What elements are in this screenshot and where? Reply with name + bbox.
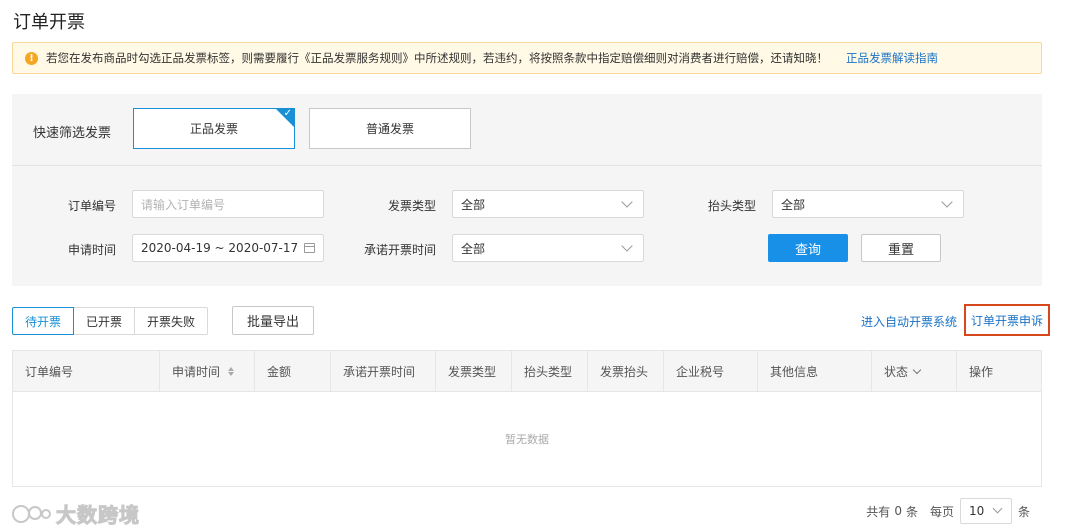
apply-time-range-picker[interactable]: 2020-04-19 ~ 2020-07-17 <box>132 234 324 262</box>
title-type-label: 抬头类型 <box>707 199 756 213</box>
total-count: 0 <box>894 504 902 518</box>
calendar-icon <box>304 243 315 253</box>
quick-filter-normal-label: 普通发票 <box>365 122 414 136</box>
notice-guide-link[interactable]: 正品发票解读指南 <box>846 50 938 66</box>
per-page-label: 每页 <box>929 504 954 519</box>
chevron-down-icon <box>941 195 953 208</box>
warning-icon: ! <box>25 51 38 65</box>
invoice-type-value: 全部 <box>461 197 486 212</box>
order-no-label: 订单编号 <box>67 199 116 213</box>
quick-filter-genuine-label: 正品发票 <box>189 122 238 136</box>
per-page-suffix: 条 <box>1017 504 1030 519</box>
notice-text: 若您在发布商品时勾选正品发票标签，则需要履行《正品发票服务规则》中所述规则，若违… <box>46 51 828 65</box>
column-header: 金额 <box>255 351 331 392</box>
watermark-logo-icon <box>12 504 51 523</box>
total-prefix: 共有 <box>866 504 891 519</box>
notice-banner: ! 若您在发布商品时勾选正品发票标签，则需要履行《正品发票服务规则》中所述规则，… <box>12 42 1042 74</box>
column-header: 订单编号 <box>13 351 160 392</box>
invoice-type-label: 发票类型 <box>387 199 436 213</box>
apply-time-value: 2020-04-19 ~ 2020-07-17 <box>141 241 299 255</box>
watermark-text: 大数跨境 <box>56 503 140 528</box>
watermark: 大数跨境 <box>10 499 140 528</box>
page-title: 订单开票 <box>13 12 85 33</box>
reset-button[interactable]: 重置 <box>861 234 941 262</box>
tab-invoiced[interactable]: 已开票 <box>73 307 135 335</box>
panel-divider <box>12 165 1042 166</box>
status-tabs: 待开票 已开票 开票失败 <box>12 307 208 335</box>
invoice-appeal-button[interactable]: 订单开票申诉 <box>964 304 1050 336</box>
pagination: 共有 0 条 每页 10 条 <box>866 497 1030 525</box>
chevron-down-icon <box>992 503 1003 514</box>
empty-state: 暂无数据 <box>505 433 549 446</box>
chevron-down-icon <box>621 239 633 252</box>
filter-panel: 快速筛选发票 正品发票 ✓ 普通发票 订单编号 请输入订单编号 发票类型 全部 … <box>12 94 1042 286</box>
auto-invoice-system-link[interactable]: 进入自动开票系统 <box>861 313 957 330</box>
total-suffix: 条 <box>905 504 918 519</box>
invoice-type-select[interactable]: 全部 <box>452 190 644 218</box>
quick-filter-normal-invoice[interactable]: 普通发票 <box>309 108 471 149</box>
column-header: 操作 <box>969 365 994 379</box>
column-header: 发票抬头 <box>588 351 664 392</box>
title-type-value: 全部 <box>781 197 806 212</box>
orders-table: 订单编号 申请时间 金额 承诺开票时间 发票类型 抬头类型 发票抬头 企业税号 … <box>12 350 1042 487</box>
tab-failed[interactable]: 开票失败 <box>134 307 208 335</box>
quick-filter-label: 快速筛选发票 <box>33 126 112 141</box>
promise-time-value: 全部 <box>461 241 486 256</box>
batch-export-button[interactable]: 批量导出 <box>232 306 314 335</box>
column-header: 其他信息 <box>758 351 872 392</box>
column-header: 抬头类型 <box>512 351 588 392</box>
chevron-down-icon[interactable] <box>912 365 922 374</box>
title-type-select[interactable]: 全部 <box>772 190 964 218</box>
check-icon: ✓ <box>283 108 292 119</box>
query-button[interactable]: 查询 <box>768 234 848 262</box>
column-header-status[interactable]: 状态 <box>872 351 957 392</box>
apply-time-label: 申请时间 <box>67 243 116 257</box>
order-no-input[interactable]: 请输入订单编号 <box>132 190 324 218</box>
promise-time-select[interactable]: 全部 <box>452 234 644 262</box>
quick-filter-genuine-invoice[interactable]: 正品发票 ✓ <box>133 108 295 149</box>
column-header: 承诺开票时间 <box>331 351 436 392</box>
sort-icon[interactable] <box>228 367 235 376</box>
column-header: 企业税号 <box>664 351 758 392</box>
chevron-down-icon <box>621 195 633 208</box>
page-size-select[interactable]: 10 <box>959 498 1012 524</box>
column-header-apply-time[interactable]: 申请时间 <box>160 351 255 392</box>
promise-time-label: 承诺开票时间 <box>363 243 436 257</box>
tab-pending[interactable]: 待开票 <box>12 307 74 335</box>
page-size-value: 10 <box>968 504 985 518</box>
table-header: 订单编号 申请时间 金额 承诺开票时间 发票类型 抬头类型 发票抬头 企业税号 … <box>13 351 1041 392</box>
column-header: 发票类型 <box>436 351 512 392</box>
